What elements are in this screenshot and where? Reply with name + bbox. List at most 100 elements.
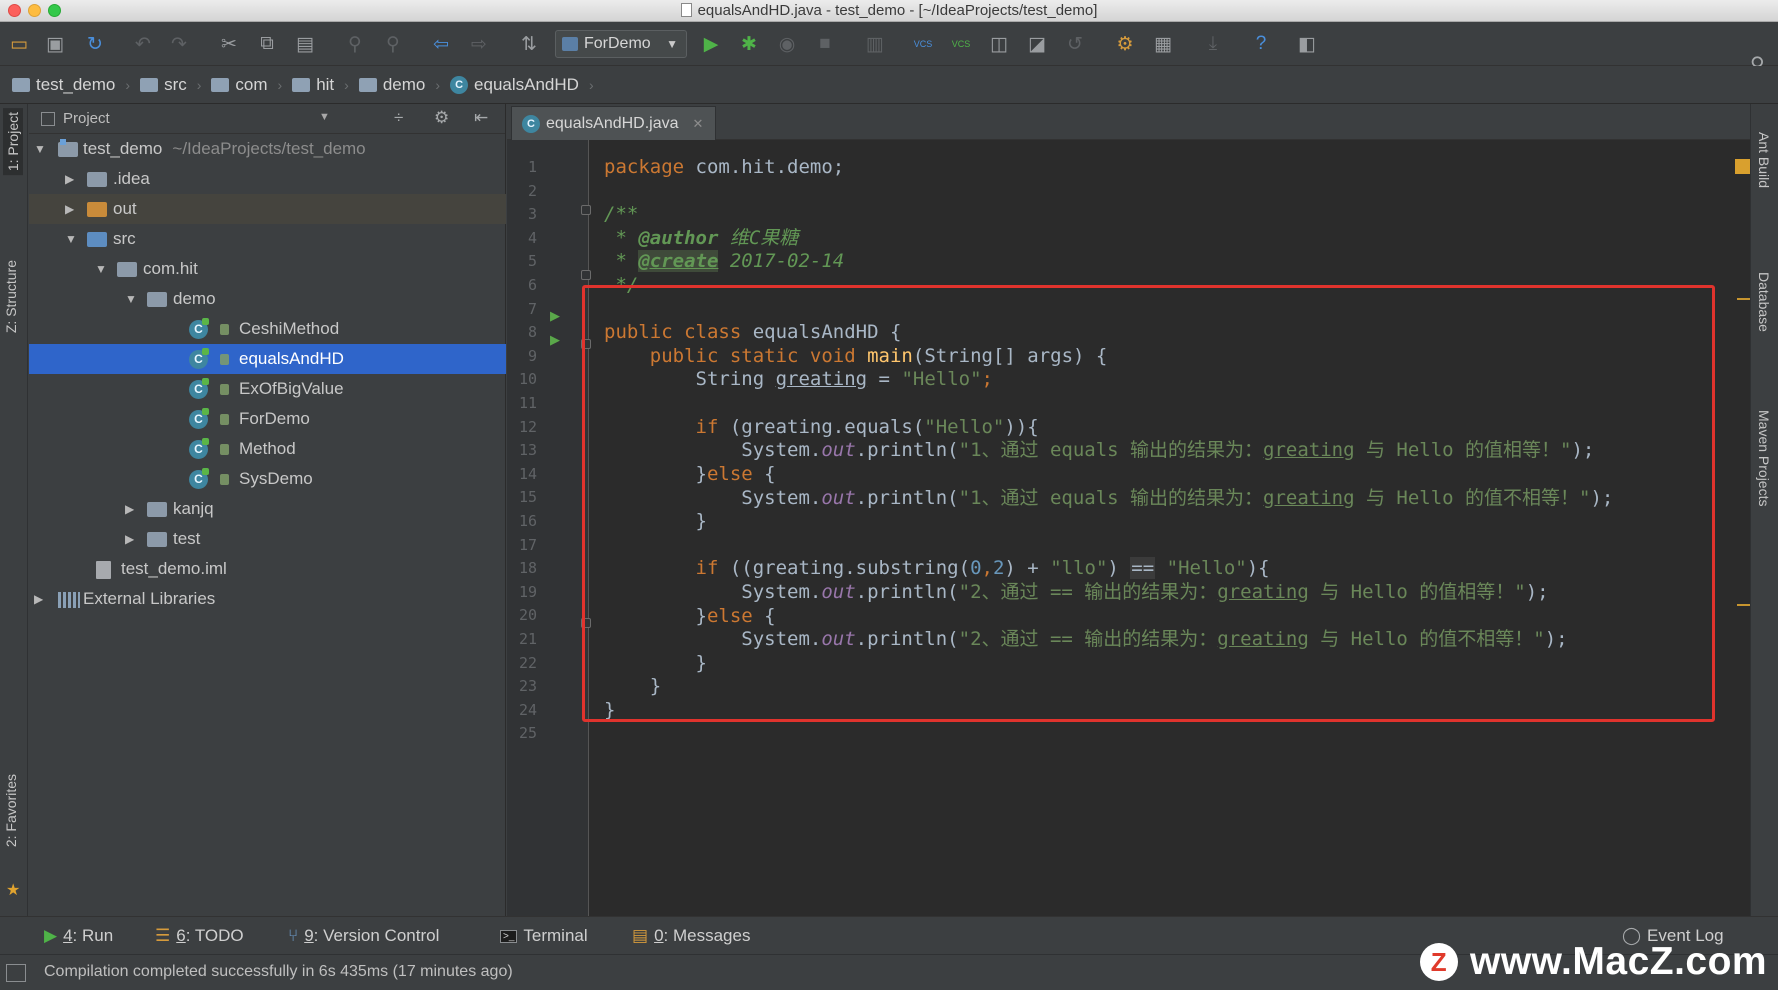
cut-icon[interactable]: ✂	[216, 31, 242, 57]
tool-tab-favorites[interactable]: 2: Favorites	[3, 774, 19, 847]
breadcrumb-item-com[interactable]: com ›	[211, 75, 282, 95]
expanded-arrow-icon[interactable]: ▼	[34, 134, 46, 164]
tree-item-label: test_demo.iml	[121, 559, 227, 578]
project-panel: Project ▼ ÷ ⚙ ⇤ ▼ test_demo ~/IdeaProject…	[29, 104, 506, 916]
tree-item-external-libraries[interactable]: ▶ External Libraries	[29, 584, 506, 614]
project-view-title[interactable]: Project	[63, 110, 110, 127]
fold-icon[interactable]	[581, 205, 591, 215]
tree-item-fordemo[interactable]: C ForDemo	[29, 404, 506, 434]
vcs-update-icon[interactable]: VCS	[910, 31, 936, 57]
breadcrumb-item-hit[interactable]: hit ›	[292, 75, 349, 95]
fold-icon[interactable]	[581, 339, 591, 349]
tree-item-equalsandhd[interactable]: C equalsAndHD	[29, 344, 506, 374]
tree-item-src[interactable]: ▼ src	[29, 224, 506, 254]
collapsed-arrow-icon[interactable]: ▶	[125, 524, 134, 554]
tool-tab-project[interactable]: 1: Project	[3, 108, 23, 176]
run-main-icon[interactable]: ▶	[550, 332, 560, 348]
collapsed-arrow-icon[interactable]: ▶	[65, 194, 74, 224]
undo-icon[interactable]: ↶	[130, 31, 156, 57]
tree-item-com-hit[interactable]: ▼ com.hit	[29, 254, 506, 284]
tool-tab-messages[interactable]: ▤ 0: Messages	[632, 926, 750, 946]
tool-tab-maven-projects[interactable]: Maven Projects	[1756, 410, 1772, 506]
breadcrumb-item-src[interactable]: src ›	[140, 75, 201, 95]
debug-icon[interactable]: ✱	[736, 31, 762, 57]
redo-icon[interactable]: ↷	[166, 31, 192, 57]
build-icon[interactable]: ▥	[862, 31, 888, 57]
tool-tab-ant-build[interactable]: Ant Build	[1756, 132, 1772, 188]
code-area[interactable]: package com.hit.demo; /** * @author 维C果糖…	[604, 140, 1734, 916]
collapsed-arrow-icon[interactable]: ▶	[34, 584, 43, 614]
expanded-arrow-icon[interactable]: ▼	[65, 224, 77, 254]
breadcrumb-item-project[interactable]: test_demo ›	[12, 75, 130, 95]
close-window-button[interactable]	[8, 4, 21, 17]
tool-tab-database[interactable]: Database	[1756, 272, 1772, 332]
tool-tab-structure[interactable]: Z: Structure	[3, 260, 19, 333]
back-icon[interactable]: ⇦	[428, 31, 454, 57]
run-icon[interactable]: ▶	[698, 31, 724, 57]
find-icon[interactable]: ⚲	[342, 31, 368, 57]
tasks-icon[interactable]: ◧	[1294, 31, 1320, 57]
gear-icon[interactable]: ⚙	[434, 108, 449, 128]
tree-item-test-demo-iml[interactable]: test_demo.iml	[29, 554, 506, 584]
collapsed-arrow-icon[interactable]: ▶	[65, 164, 74, 194]
toggle-tool-windows-icon[interactable]	[6, 964, 26, 982]
tree-item-sysdemo[interactable]: C SysDemo	[29, 464, 506, 494]
tree-item-kanjq[interactable]: ▶ kanjq	[29, 494, 506, 524]
project-structure-icon[interactable]: ▦	[1150, 31, 1176, 57]
tool-tab-run[interactable]: ▶ 4: Run	[44, 926, 113, 946]
close-icon[interactable]: ✕	[693, 116, 704, 132]
tool-tab-version-control[interactable]: ⑂ 9: Version Control	[288, 926, 439, 946]
tree-item-test[interactable]: ▶ test	[29, 524, 506, 554]
save-icon[interactable]: ▣	[42, 31, 68, 57]
access-modifier-icon	[220, 324, 229, 335]
coverage-icon[interactable]: ◉	[774, 31, 800, 57]
sdk-icon[interactable]: ⤓	[1200, 31, 1226, 57]
expanded-arrow-icon[interactable]: ▼	[95, 254, 107, 284]
help-icon[interactable]: ?	[1248, 31, 1274, 57]
vcs-commit-icon[interactable]: VCS	[948, 31, 974, 57]
zoom-window-button[interactable]	[48, 4, 61, 17]
tree-item-out[interactable]: ▶ out	[29, 194, 506, 224]
revert-icon[interactable]: ↺	[1062, 31, 1088, 57]
tool-tab-todo[interactable]: ☰ 6: TODO	[155, 926, 244, 946]
vcs-history-icon[interactable]: ◫	[986, 31, 1012, 57]
tool-tab-terminal[interactable]: >_ Terminal	[500, 926, 588, 946]
tree-item-demo[interactable]: ▼ demo	[29, 284, 506, 314]
tree-item-method[interactable]: C Method	[29, 434, 506, 464]
collapse-all-icon[interactable]: ÷	[394, 108, 403, 128]
run-configuration-select[interactable]: ForDemo ▼	[555, 30, 687, 58]
stop-icon[interactable]: ■	[812, 31, 838, 57]
tree-item-exofbigvalue[interactable]: C ExOfBigValue	[29, 374, 506, 404]
line-number: 21	[518, 630, 537, 648]
tree-item-idea[interactable]: ▶ .idea	[29, 164, 506, 194]
paste-icon[interactable]: ▤	[292, 31, 318, 57]
fold-icon[interactable]	[581, 270, 591, 280]
forward-icon[interactable]: ⇨	[466, 31, 492, 57]
editor-tab-equalsandhd[interactable]: C equalsAndHD.java ✕	[511, 106, 717, 140]
sync-icon[interactable]: ↻	[82, 31, 108, 57]
expanded-arrow-icon[interactable]: ▼	[125, 284, 137, 314]
main-toolbar: ▭ ▣ ↻ ↶ ↷ ✂ ⧉ ▤ ⚲ ⚲ ⇦ ⇨ ⇅ ForDemo ▼ ▶ ✱ …	[0, 22, 1778, 76]
breadcrumb-item-demo[interactable]: demo ›	[358, 75, 440, 95]
breadcrumb-item-class[interactable]: CequalsAndHD ›	[450, 75, 594, 95]
compare-icon[interactable]: ◪	[1024, 31, 1050, 57]
minimize-window-button[interactable]	[28, 4, 41, 17]
settings-icon[interactable]: ⚙	[1112, 31, 1138, 57]
code-line-20: }else {	[604, 605, 776, 627]
separator-icon: ›	[588, 76, 594, 93]
collapsed-arrow-icon[interactable]: ▶	[125, 494, 134, 524]
hide-panel-icon[interactable]: ⇤	[474, 108, 488, 128]
tree-item-label: com.hit	[143, 259, 198, 278]
watermark-text: www.MacZ.com	[1470, 940, 1768, 983]
chevron-down-icon[interactable]: ▼	[319, 111, 330, 123]
make-project-icon[interactable]: ⇅	[516, 31, 542, 57]
run-class-icon[interactable]: ▶	[550, 308, 560, 324]
fold-icon[interactable]	[581, 618, 591, 628]
inspection-status-icon[interactable]	[1735, 159, 1750, 174]
tree-item-test-demo[interactable]: ▼ test_demo ~/IdeaProjects/test_demo	[29, 134, 506, 164]
replace-icon[interactable]: ⚲	[380, 31, 406, 57]
copy-icon[interactable]: ⧉	[254, 31, 280, 57]
open-folder-icon[interactable]: ▭	[6, 31, 32, 57]
line-number: 2	[527, 181, 537, 200]
tree-item-ceshimethod[interactable]: C CeshiMethod	[29, 314, 506, 344]
